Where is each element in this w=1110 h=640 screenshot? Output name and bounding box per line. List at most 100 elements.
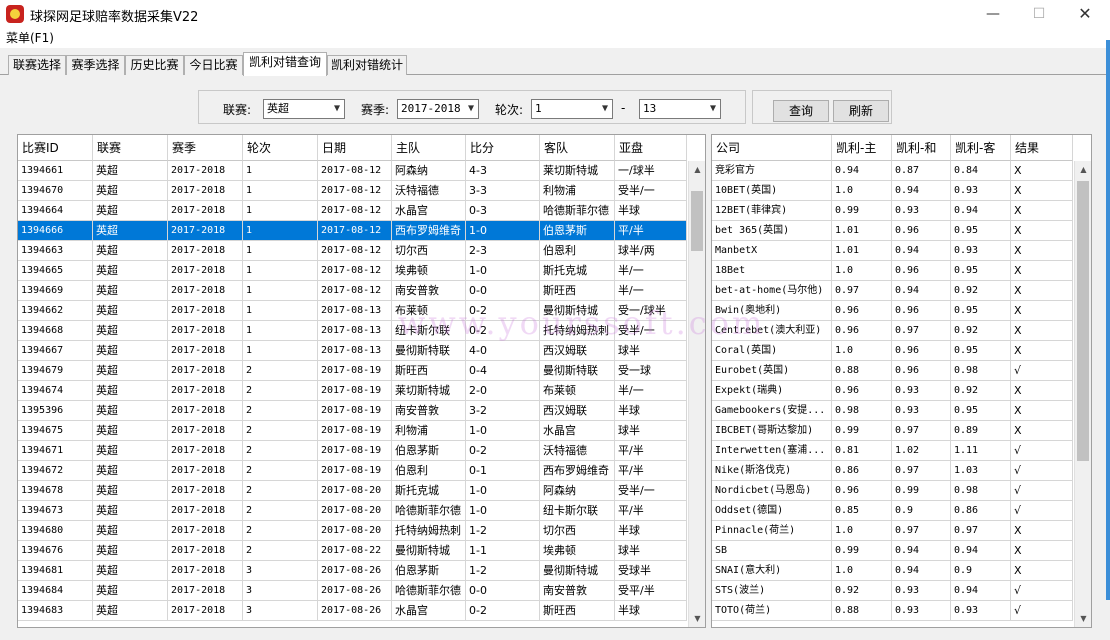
refresh-button[interactable]: 刷新 — [833, 100, 889, 122]
column-header[interactable]: 凯利-客 — [951, 135, 1011, 161]
table-row[interactable]: IBCBET(哥斯达黎加) 0.99 0.97 0.89 X — [712, 421, 1073, 441]
table-cell: 0.95 — [951, 341, 1011, 361]
season-select[interactable]: 2017-2018 ▼ — [397, 99, 479, 119]
tab-league-select[interactable]: 联赛选择 — [8, 55, 66, 75]
table-row[interactable]: Expekt(瑞典) 0.96 0.93 0.92 X — [712, 381, 1073, 401]
table-row[interactable]: 1394679 英超 2017-2018 2 2017-08-19 斯旺西 0-4 曼彻斯特联… — [18, 361, 687, 381]
column-header[interactable]: 公司 — [712, 135, 832, 161]
table-row[interactable]: 1394670 英超 2017-2018 1 2017-08-12 沃特福德 3-3 利物浦受… — [18, 181, 687, 201]
table-row[interactable]: Nordicbet(马恩岛) 0.96 0.99 0.98 √ — [712, 481, 1073, 501]
table-row[interactable]: Bwin(奥地利) 0.96 0.96 0.95 X — [712, 301, 1073, 321]
scroll-thumb[interactable] — [691, 191, 703, 251]
table-row[interactable]: bet 365(英国) 1.01 0.96 0.95 X — [712, 221, 1073, 241]
table-row[interactable]: 1394665 英超 2017-2018 1 2017-08-12 埃弗顿 1-0 斯托克城半… — [18, 261, 687, 281]
scroll-up-icon[interactable]: ▲ — [689, 161, 705, 178]
table-row[interactable]: ManbetX 1.01 0.94 0.93 X — [712, 241, 1073, 261]
league-select[interactable]: 英超 ▼ — [263, 99, 345, 119]
table-row[interactable]: 1395396 英超 2017-2018 2 2017-08-19 南安普敦 3-2 西汉姆联… — [18, 401, 687, 421]
scroll-down-icon[interactable]: ▼ — [1075, 610, 1091, 627]
column-header[interactable]: 客队 — [540, 135, 615, 161]
table-row[interactable]: 1394673 英超 2017-2018 2 2017-08-20 哈德斯菲尔德 1-0 纽卡… — [18, 501, 687, 521]
table-row[interactable]: 1394662 英超 2017-2018 1 2017-08-13 布莱顿 0-2 曼彻斯特城… — [18, 301, 687, 321]
table-row[interactable]: 1394674 英超 2017-2018 2 2017-08-19 莱切斯特城 2-0 布莱顿… — [18, 381, 687, 401]
table-row[interactable]: Nike(斯洛伐克) 0.86 0.97 1.03 √ — [712, 461, 1073, 481]
table-row[interactable]: 1394681 英超 2017-2018 3 2017-08-26 伯恩茅斯 1-2 曼彻斯特… — [18, 561, 687, 581]
column-header[interactable]: 比赛ID — [18, 135, 93, 161]
table-row[interactable]: bet-at-home(马尔他) 0.97 0.94 0.92 X — [712, 281, 1073, 301]
column-header[interactable]: 结果 — [1011, 135, 1073, 161]
table-cell: 2017-08-12 — [318, 241, 392, 261]
table-cell: 2017-08-26 — [318, 561, 392, 581]
table-cell: 1394661 — [18, 161, 93, 181]
table-row[interactable]: 1394669 英超 2017-2018 1 2017-08-12 南安普敦 0-0 斯旺西半… — [18, 281, 687, 301]
menu-main[interactable]: 菜单(F1) — [6, 29, 54, 46]
table-row[interactable]: Interwetten(塞浦... 0.81 1.02 1.11 √ — [712, 441, 1073, 461]
table-row[interactable]: Pinnacle(荷兰) 1.0 0.97 0.97 X — [712, 521, 1073, 541]
table-cell: 18Bet — [712, 261, 832, 281]
column-header[interactable]: 轮次 — [243, 135, 318, 161]
table-cell: 2017-2018 — [168, 201, 243, 221]
table-row[interactable]: 1394667 英超 2017-2018 1 2017-08-13 曼彻斯特联 4-0 西汉姆… — [18, 341, 687, 361]
tab-kelly-query[interactable]: 凯利对错查询 — [243, 52, 327, 76]
round-to-select[interactable]: 13 ▼ — [639, 99, 721, 119]
close-button[interactable]: ✕ — [1062, 0, 1108, 28]
table-row[interactable]: 1394668 英超 2017-2018 1 2017-08-13 纽卡斯尔联 0-2 托特纳… — [18, 321, 687, 341]
table-row[interactable]: 1394675 英超 2017-2018 2 2017-08-19 利物浦 1-0 水晶宫 球半 — [18, 421, 687, 441]
column-header[interactable]: 凯利-主 — [832, 135, 892, 161]
query-button[interactable]: 查询 — [773, 100, 829, 122]
match-table-scrollbar[interactable]: ▲ ▼ — [688, 161, 705, 627]
column-header[interactable]: 主队 — [392, 135, 466, 161]
table-cell: 0.9 — [951, 561, 1011, 581]
table-row[interactable]: Oddset(德国) 0.85 0.9 0.86 √ — [712, 501, 1073, 521]
table-row[interactable]: Eurobet(英国) 0.88 0.96 0.98 √ — [712, 361, 1073, 381]
table-row[interactable]: TOTO(荷兰) 0.88 0.93 0.93 √ — [712, 601, 1073, 621]
scroll-up-icon[interactable]: ▲ — [1075, 161, 1091, 178]
column-header[interactable]: 凯利-和 — [892, 135, 951, 161]
table-row[interactable]: 1394683 英超 2017-2018 3 2017-08-26 水晶宫 0-2 斯旺西 半球 — [18, 601, 687, 621]
table-cell: 英超 — [93, 501, 168, 521]
table-cell: 0.85 — [832, 501, 892, 521]
table-row[interactable]: 18Bet 1.0 0.96 0.95 X — [712, 261, 1073, 281]
maximize-button[interactable]: ☐ — [1016, 0, 1062, 28]
table-row[interactable]: SNAI(意大利) 1.0 0.94 0.9 X — [712, 561, 1073, 581]
table-row[interactable]: 12BET(菲律宾) 0.99 0.93 0.94 X — [712, 201, 1073, 221]
column-header[interactable]: 赛季 — [168, 135, 243, 161]
table-cell: SB — [712, 541, 832, 561]
tab-season-select[interactable]: 赛季选择 — [66, 55, 125, 75]
table-row[interactable]: 1394663 英超 2017-2018 1 2017-08-12 切尔西 2-3 伯恩利 球半… — [18, 241, 687, 261]
scroll-down-icon[interactable]: ▼ — [689, 610, 705, 627]
tab-kelly-stats[interactable]: 凯利对错统计 — [327, 55, 407, 75]
round-from-select[interactable]: 1 ▼ — [531, 99, 613, 119]
tab-history-matches[interactable]: 历史比赛 — [125, 55, 184, 75]
table-row[interactable]: Coral(英国) 1.0 0.96 0.95 X — [712, 341, 1073, 361]
table-cell: √ — [1011, 501, 1073, 521]
table-row[interactable]: 1394672 英超 2017-2018 2 2017-08-19 伯恩利 0-1 西布罗姆维… — [18, 461, 687, 481]
table-row[interactable]: 1394680 英超 2017-2018 2 2017-08-20 托特纳姆热刺 1-2 切尔… — [18, 521, 687, 541]
table-row[interactable]: 竞彩官方 0.94 0.87 0.84 X — [712, 161, 1073, 181]
column-header[interactable]: 比分 — [466, 135, 540, 161]
table-row[interactable]: STS(波兰) 0.92 0.93 0.94 √ — [712, 581, 1073, 601]
table-row[interactable]: 1394684 英超 2017-2018 3 2017-08-26 哈德斯菲尔德 0-0 南安… — [18, 581, 687, 601]
table-row[interactable]: Gamebookers(安提... 0.98 0.93 0.95 X — [712, 401, 1073, 421]
table-row[interactable]: SB 0.99 0.94 0.94 X — [712, 541, 1073, 561]
column-header[interactable]: 日期 — [318, 135, 392, 161]
column-header[interactable]: 亚盘 — [615, 135, 687, 161]
table-row[interactable]: Centrebet(澳大利亚) 0.96 0.97 0.92 X — [712, 321, 1073, 341]
scroll-thumb[interactable] — [1077, 181, 1089, 461]
table-row[interactable]: 1394664 英超 2017-2018 1 2017-08-12 水晶宫 0-3 哈德斯菲尔… — [18, 201, 687, 221]
table-row[interactable]: 1394676 英超 2017-2018 2 2017-08-22 曼彻斯特城 1-1 埃弗顿… — [18, 541, 687, 561]
table-row[interactable]: 1394678 英超 2017-2018 2 2017-08-20 斯托克城 1-0 阿森纳受… — [18, 481, 687, 501]
table-row[interactable]: 1394671 英超 2017-2018 2 2017-08-19 伯恩茅斯 0-2 沃特福德… — [18, 441, 687, 461]
minimize-button[interactable]: — — [970, 0, 1016, 28]
table-cell: 1 — [243, 261, 318, 281]
tab-today-matches[interactable]: 今日比赛 — [184, 55, 243, 75]
table-row[interactable]: 1394661 英超 2017-2018 1 2017-08-12 阿森纳 4-3 莱切斯特城… — [18, 161, 687, 181]
table-cell: 2017-08-13 — [318, 341, 392, 361]
table-cell: 沃特福德 — [392, 181, 466, 201]
table-row[interactable]: 10BET(英国) 1.0 0.94 0.93 X — [712, 181, 1073, 201]
column-header[interactable]: 联赛 — [93, 135, 168, 161]
kelly-table-scrollbar[interactable]: ▲ ▼ — [1074, 161, 1091, 627]
table-cell: 2017-2018 — [168, 481, 243, 501]
table-cell: 布莱顿 — [540, 381, 615, 401]
table-row[interactable]: 1394666 英超 2017-2018 1 2017-08-12 西布罗姆维奇 1-0 伯恩… — [18, 221, 687, 241]
